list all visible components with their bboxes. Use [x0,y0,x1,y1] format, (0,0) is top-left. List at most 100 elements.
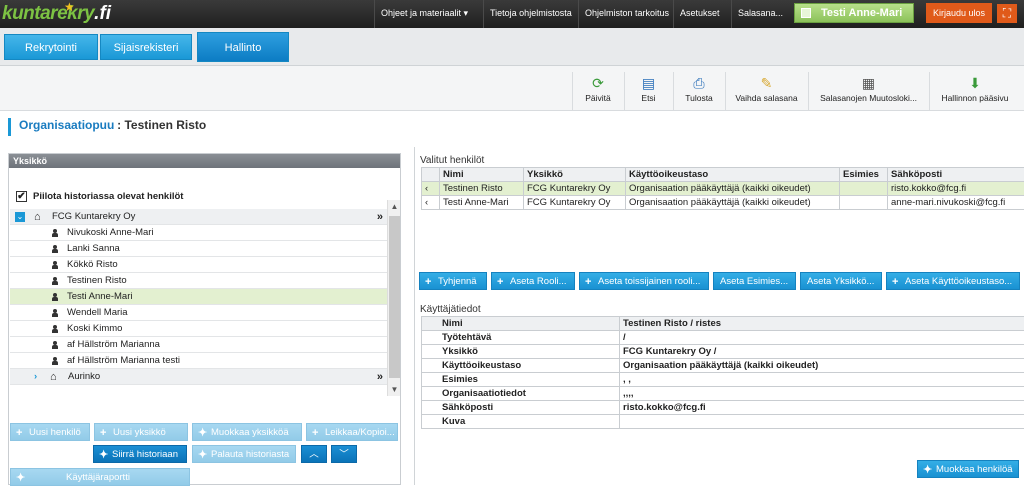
hide-history-checkbox[interactable]: ✔ Piilota historiassa olevat henkilöt [16,191,183,202]
page-title-main: Organisaatiopuu [19,118,114,132]
building-icon: ⌂ [50,369,57,385]
selected-persons-label: Valitut henkilöt [420,155,484,166]
cut-copy-button[interactable]: +Leikkaa/Kopioi... [306,423,398,441]
star-icon: ★ [64,0,75,14]
info-row: Esimies, , [422,373,1024,387]
help-materials-menu[interactable]: Ohjeet ja materiaalit ▾ [374,0,474,28]
table-header-row: Nimi Yksikkö Käyttöoikeustaso Esimies Sä… [422,168,1024,182]
settings-link[interactable]: Asetukset [673,0,726,28]
details-panel: Valitut henkilöt Nimi Yksikkö Käyttöoike… [414,147,1024,485]
plus-icon: + [16,424,22,442]
refresh-icon: ⟳ [589,75,607,91]
set-unit-button[interactable]: Aseta Yksikkö... [800,272,882,290]
person-icon [52,309,58,317]
user-report-button[interactable]: ✦Käyttäjäraportti [10,468,190,486]
column-header: Yksikkö [524,168,626,182]
scroll-thumb[interactable] [389,216,400,378]
set-supervisor-button[interactable]: Aseta Esimies... [713,272,796,290]
change-password-button[interactable]: ✎ Vaihda salasana [725,72,807,110]
tree-root-fcg[interactable]: ⌄ ⌂ FCG Kuntarekry Oy » [10,209,387,225]
tree-person[interactable]: af Hällström Marianna testi [10,353,387,369]
edit-person-button[interactable]: ✦Muokkaa henkilöä [917,460,1019,478]
set-role-button[interactable]: +Aseta Rooli... [491,272,575,290]
person-icon [52,293,58,301]
maximize-icon[interactable]: ⛶ [997,4,1017,23]
tree-unit-aurinko[interactable]: › ⌂ Aurinko » [10,369,387,385]
plus-icon: + [585,273,591,291]
double-chevron-icon[interactable]: » [377,369,383,385]
password-link[interactable]: Salasana... [731,0,789,28]
download-home-icon: ⬇ [966,75,984,91]
building-icon: ⌂ [34,209,41,225]
set-secondary-role-button[interactable]: +Aseta toissijainen rooli... [579,272,709,290]
search-button[interactable]: ▤ Etsi [624,72,672,110]
about-software-link[interactable]: Tietoja ohjelmistosta [483,0,578,28]
move-to-history-button[interactable]: ✦Siirrä historiaan [93,445,187,463]
move-down-button[interactable]: ﹀ [331,445,357,463]
tab-rekrytointi[interactable]: Rekrytointi [4,34,98,60]
hide-history-label: Piilota historiassa olevat henkilöt [33,191,183,202]
plus-icon: + [312,424,318,442]
scroll-down-icon[interactable]: ▼ [388,383,401,396]
tree-person[interactable]: Koski Kimmo [10,321,387,337]
calendar-log-icon: ▦ [860,75,878,91]
tree-person[interactable]: Kökkö Risto [10,257,387,273]
plus-icon: + [892,273,898,291]
search-list-icon: ▤ [640,75,658,91]
tree-person[interactable]: af Hällström Marianna [10,337,387,353]
clear-button[interactable]: +Tyhjennä [419,272,487,290]
chevron-down-icon: ﹀ [339,449,349,460]
chevron-up-icon: ︿ [309,449,319,460]
set-access-level-button[interactable]: +Aseta Käyttöoikeustaso... [886,272,1020,290]
logout-button[interactable]: Kirjaudu ulos [926,3,992,23]
plus-icon: + [425,273,431,291]
current-user-button[interactable]: Testi Anne-Mari [794,3,914,23]
tree-person-selected[interactable]: Testi Anne-Mari [10,289,387,305]
new-person-button[interactable]: +Uusi henkilö [10,423,90,441]
restore-history-button[interactable]: ✦Palauta historiasta [192,445,296,463]
current-user-name: Testi Anne-Mari [821,7,902,19]
expand-icon[interactable]: › [34,369,37,385]
logo-suffix: .fi [94,3,111,25]
software-purpose-link[interactable]: Ohjelmiston tarkoitus [578,0,675,28]
organization-tree-panel: Yksikkö ✔ Piilota historiassa olevat hen… [8,153,401,485]
page-title-person: : Testinen Risto [117,118,206,132]
report-icon: ✦ [16,469,25,487]
tree-scrollbar[interactable]: ▲ ▼ [387,200,400,396]
person-icon [52,341,58,349]
edit-unit-button[interactable]: ✦Muokkaa yksikköä [192,423,302,441]
tab-hallinto[interactable]: Hallinto [197,32,289,62]
edit-icon: ✦ [923,461,932,479]
tree-person[interactable]: Wendell Maria [10,305,387,321]
collapse-icon[interactable]: ⌄ [15,212,25,222]
key-icon: ✎ [758,75,776,91]
tree-person[interactable]: Lanki Sanna [10,241,387,257]
tree-person[interactable]: Nivukoski Anne-Mari [10,225,387,241]
remove-arrow-icon[interactable]: ‹ [422,182,440,196]
person-icon [52,277,58,285]
info-row: Organisaatiotiedot,,,, [422,387,1024,401]
print-button[interactable]: ⎙ Tulosta [673,72,724,110]
info-row: Sähköpostiristo.kokko@fcg.fi [422,401,1024,415]
scroll-up-icon[interactable]: ▲ [388,200,401,213]
remove-arrow-icon[interactable]: ‹ [422,196,440,210]
kuntarekry-logo[interactable]: kuntarekry .fi ★ [2,3,111,25]
move-up-button[interactable]: ︿ [301,445,327,463]
new-unit-button[interactable]: +Uusi yksikkö [94,423,188,441]
column-header: Sähköposti [888,168,1024,182]
tree-person[interactable]: Testinen Risto [10,273,387,289]
plus-icon: + [100,424,106,442]
printer-icon: ⎙ [690,75,708,91]
double-chevron-icon[interactable]: » [377,209,383,225]
admin-home-button[interactable]: ⬇ Hallinnon pääsivu [929,72,1020,110]
table-row[interactable]: ‹ Testinen Risto FCG Kuntarekry Oy Organ… [422,182,1024,196]
user-icon [801,8,811,18]
table-row[interactable]: ‹ Testi Anne-Mari FCG Kuntarekry Oy Orga… [422,196,1024,210]
tab-sijaisrekisteri[interactable]: Sijaisrekisteri [100,34,192,60]
info-row: KäyttöoikeustasoOrganisaation pääkäyttäj… [422,359,1024,373]
logo-main: kuntarekry [2,3,94,25]
info-row: Työtehtävä / [422,331,1024,345]
password-change-log-button[interactable]: ▦ Salasanojen Muutosloki... [808,72,928,110]
refresh-button[interactable]: ⟳ Päivitä [572,72,623,110]
info-row: YksikköFCG Kuntarekry Oy / [422,345,1024,359]
